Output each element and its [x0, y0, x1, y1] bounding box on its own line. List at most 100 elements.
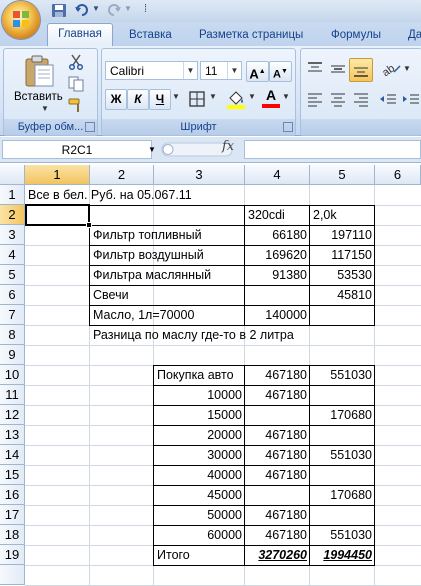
paste-dropdown-icon[interactable]: ▼	[41, 104, 49, 113]
align-middle-icon[interactable]	[328, 60, 348, 78]
insert-function-icon[interactable]: fx	[222, 139, 234, 154]
cell-r6c5[interactable]: 45810	[310, 285, 375, 305]
column-header-2[interactable]: 2	[90, 165, 154, 185]
cell-r15c3[interactable]: 40000	[154, 465, 245, 485]
cell-r10c5[interactable]: 551030	[310, 365, 375, 385]
undo-dropdown-icon[interactable]: ▼	[92, 4, 100, 13]
redo-icon[interactable]	[106, 3, 122, 18]
increase-indent-icon[interactable]	[401, 90, 421, 108]
cell-r7c2[interactable]: Масло, 1л=70000	[90, 305, 245, 325]
align-left-icon[interactable]	[305, 90, 325, 108]
tab-data[interactable]: Да	[408, 25, 421, 46]
cell-r16c3[interactable]: 45000	[154, 485, 245, 505]
row-header-3[interactable]: 3	[0, 225, 25, 245]
save-icon[interactable]	[51, 3, 67, 18]
cell-r4c5[interactable]: 117150	[310, 245, 375, 265]
row-header-6[interactable]: 6	[0, 285, 25, 305]
undo-icon[interactable]	[74, 3, 90, 18]
cell-r14c3[interactable]: 30000	[154, 445, 245, 465]
align-right-icon[interactable]	[351, 90, 371, 108]
row-header-14[interactable]: 14	[0, 445, 25, 465]
cell-r3c5[interactable]: 197110	[310, 225, 375, 245]
font-name-dropdown-icon[interactable]: ▼	[183, 62, 197, 79]
align-bottom-button[interactable]	[349, 58, 373, 82]
font-name-select[interactable]: Calibri ▼	[105, 61, 198, 80]
column-header-3[interactable]: 3	[154, 165, 245, 185]
cell-r2c5[interactable]: 2,0k	[310, 205, 375, 225]
column-header-1[interactable]: 1	[25, 165, 90, 185]
row-header-7[interactable]: 7	[0, 305, 25, 325]
cell-r17c4[interactable]: 467180	[245, 505, 310, 525]
cell-r2c4[interactable]: 320cdi	[245, 205, 310, 225]
font-size-dropdown-icon[interactable]: ▼	[227, 62, 241, 79]
cell-r18c3[interactable]: 60000	[154, 525, 245, 545]
cell-r18c4[interactable]: 467180	[245, 525, 310, 545]
format-painter-icon[interactable]	[68, 97, 84, 113]
column-header-5[interactable]: 5	[310, 165, 375, 185]
row-header-9[interactable]: 9	[0, 345, 25, 365]
italic-button[interactable]: К	[127, 89, 149, 110]
cell-r13c4[interactable]: 467180	[245, 425, 310, 445]
cell-r5c2[interactable]: Фильтра маслянный	[90, 265, 245, 285]
font-dialog-launcher-icon[interactable]	[283, 122, 293, 132]
cell-r1c1[interactable]: Все в бел. Руб. на 05.067.11	[25, 185, 195, 205]
cell-r6c2[interactable]: Свечи	[90, 285, 245, 305]
cell-r14c4[interactable]: 467180	[245, 445, 310, 465]
formula-input[interactable]	[244, 140, 421, 159]
office-button[interactable]	[2, 1, 40, 39]
cell-r3c2[interactable]: Фильтр топливный	[90, 225, 245, 245]
select-all-corner[interactable]	[0, 165, 25, 185]
cell-r7c4[interactable]: 140000	[245, 305, 310, 325]
redo-dropdown-icon[interactable]: ▼	[124, 4, 132, 13]
borders-dropdown-icon[interactable]: ▼	[209, 92, 217, 101]
cell-r13c3[interactable]: 20000	[154, 425, 245, 445]
cell-r11c4[interactable]: 467180	[245, 385, 310, 405]
fill-color-dropdown-icon[interactable]: ▼	[248, 92, 256, 101]
cell-r5c5[interactable]: 53530	[310, 265, 375, 285]
row-header-15[interactable]: 15	[0, 465, 25, 485]
row-header-18[interactable]: 18	[0, 525, 25, 545]
cell-r16c5[interactable]: 170680	[310, 485, 375, 505]
cell-r14c5[interactable]: 551030	[310, 445, 375, 465]
orientation-dropdown-icon[interactable]: ▼	[403, 64, 411, 73]
shrink-font-button[interactable]: A▼	[269, 61, 292, 82]
row-header-5[interactable]: 5	[0, 265, 25, 285]
column-header-4[interactable]: 4	[245, 165, 310, 185]
row-header-13[interactable]: 13	[0, 425, 25, 445]
underline-button[interactable]: Ч	[149, 89, 171, 110]
copy-icon[interactable]	[68, 76, 84, 92]
paste-icon[interactable]	[22, 54, 56, 88]
cell-r15c4[interactable]: 467180	[245, 465, 310, 485]
cell-r19c4[interactable]: 3270260	[245, 545, 310, 565]
grow-font-button[interactable]: A▲	[246, 61, 269, 82]
cell-r4c4[interactable]: 169620	[245, 245, 310, 265]
quick-access-customize-icon[interactable]: ⁞	[144, 3, 147, 15]
align-top-icon[interactable]	[305, 60, 325, 78]
active-cell-outline[interactable]	[25, 204, 90, 226]
font-size-select[interactable]: 11 ▼	[200, 61, 242, 80]
align-center-icon[interactable]	[328, 90, 348, 108]
underline-dropdown-icon[interactable]: ▼	[172, 92, 180, 101]
row-header-10[interactable]: 10	[0, 365, 25, 385]
font-color-dropdown-icon[interactable]: ▼	[282, 92, 290, 101]
cell-r4c2[interactable]: Фильтр воздушный	[90, 245, 245, 265]
row-header-1[interactable]: 1	[0, 185, 25, 205]
tab-insert[interactable]: Вставка	[129, 25, 172, 46]
row-header-2[interactable]: 2	[0, 205, 25, 225]
cell-r19c5[interactable]: 1994450	[310, 545, 375, 565]
row-header-8[interactable]: 8	[0, 325, 25, 345]
fill-color-icon[interactable]	[226, 89, 246, 109]
cell-r18c5[interactable]: 551030	[310, 525, 375, 545]
row-header-19[interactable]: 19	[0, 545, 25, 565]
cell-r17c3[interactable]: 50000	[154, 505, 245, 525]
row-header-12[interactable]: 12	[0, 405, 25, 425]
font-color-button[interactable]: A	[264, 87, 278, 103]
clipboard-dialog-launcher-icon[interactable]	[85, 122, 95, 132]
cell-r19c3[interactable]: Итого	[154, 545, 245, 565]
row-header-4[interactable]: 4	[0, 245, 25, 265]
cell-r10c3[interactable]: Покупка авто	[154, 365, 245, 385]
cut-icon[interactable]	[68, 54, 84, 70]
decrease-indent-icon[interactable]	[378, 90, 398, 108]
paste-button-label[interactable]: Вставить	[14, 91, 63, 103]
cell-r3c4[interactable]: 66180	[245, 225, 310, 245]
